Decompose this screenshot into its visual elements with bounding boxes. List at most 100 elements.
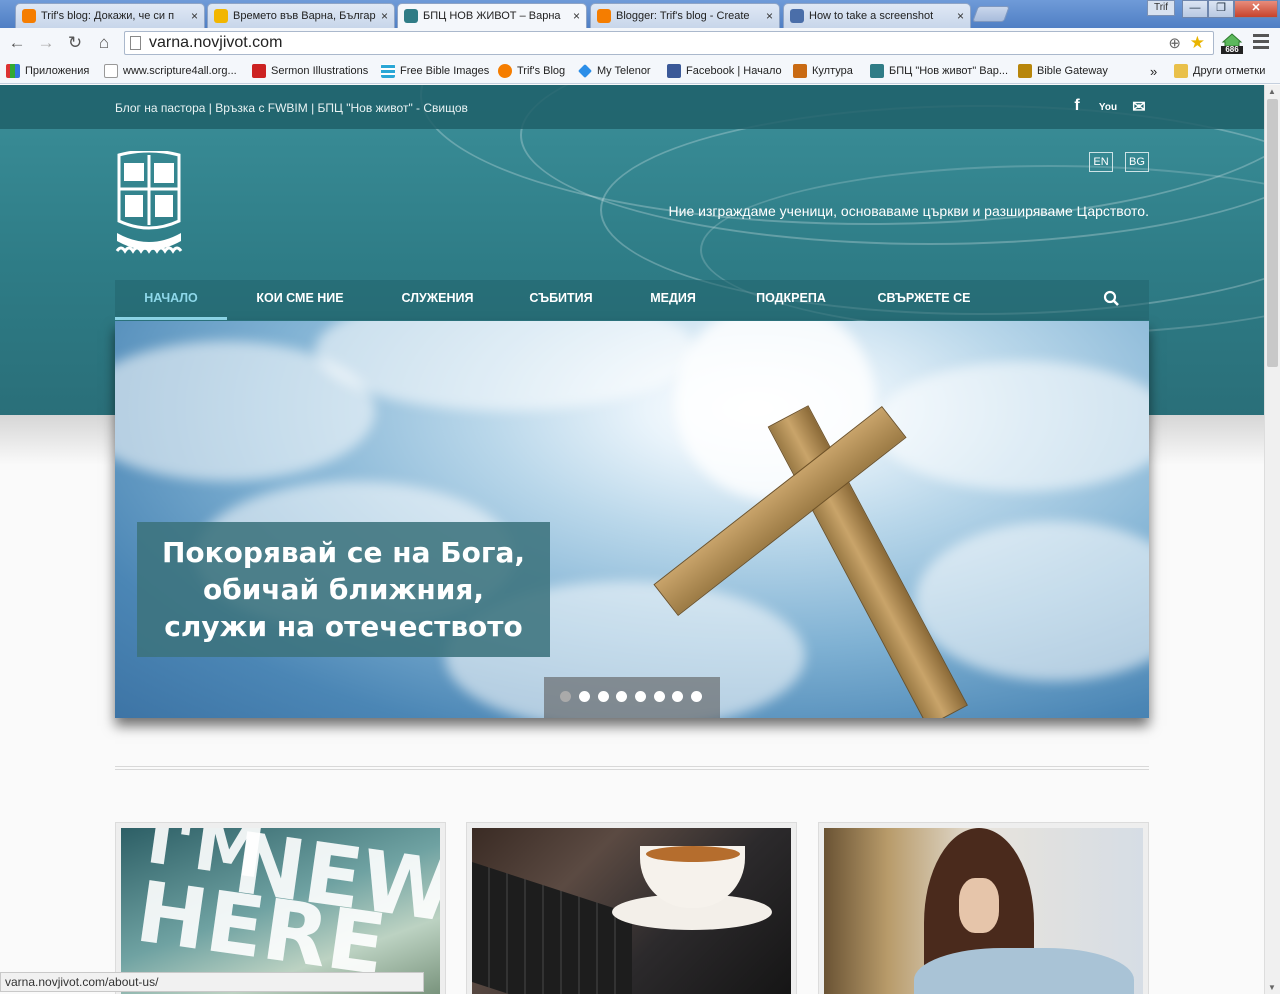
menu-icon[interactable] [1253,34,1269,50]
scroll-up-icon[interactable]: ▲ [1268,87,1276,96]
bookmark-sermon[interactable]: Sermon Illustrations [252,62,368,80]
grid-icon [381,64,395,78]
bookmark-label: Bible Gateway [1037,65,1108,77]
site-tagline: Ние изграждаме ученици, основаваме църкв… [668,203,1149,219]
nav-media[interactable]: МЕДИЯ [633,280,713,320]
slide-dot[interactable] [560,691,571,702]
bookmark-novjivot[interactable]: БПЦ "Нов живот" Вар... [870,62,1008,80]
back-arrow-icon[interactable]: ← [6,33,28,53]
top-links-bar: Блог на пастора | Връзка с FWBIM | БПЦ "… [0,85,1264,129]
bookmark-label: Free Bible Images [400,65,490,77]
slide-dot[interactable] [598,691,609,702]
slide-dot[interactable] [579,691,590,702]
bookmark-label: Култура [812,65,853,77]
bookmark-label: Други отметки [1193,65,1266,77]
tab-title: Blogger: Trif's blog - Create [616,10,750,22]
search-icon[interactable] [1102,289,1122,309]
page-icon [104,64,118,78]
tab-close-icon[interactable]: × [957,9,964,23]
nav-support[interactable]: ПОДКРЕПА [741,280,841,320]
status-bar: varna.novjivot.com/about-us/ [0,972,424,992]
address-bar[interactable]: varna.novjivot.com ⊕ ★ [124,31,1214,55]
slide-dot[interactable] [654,691,665,702]
browser-toolbar: ← → ↻ ⌂ varna.novjivot.com ⊕ ★ 686 [0,28,1280,58]
scroll-down-icon[interactable]: ▼ [1268,983,1276,992]
slide-dot[interactable] [691,691,702,702]
vertical-scrollbar[interactable]: ▲ ▼ [1264,85,1280,994]
bookmark-apps[interactable]: Приложения [6,62,89,80]
facebook-icon[interactable]: f [1066,97,1088,119]
card-image [472,828,791,994]
bookmark-label: Sermon Illustrations [271,65,369,77]
kultura-icon [793,64,807,78]
nav-contact[interactable]: СВЪРЖЕТЕ СЕ [869,280,979,320]
blogger-icon [498,64,512,78]
blogger-icon [22,9,36,23]
tab-strip: Trif's blog: Докажи, че си п × Времето в… [0,0,1280,28]
tab-close-icon[interactable]: × [191,9,198,23]
card-image [824,828,1143,994]
restore-button[interactable]: ❐ [1208,0,1234,18]
forward-arrow-icon[interactable]: → [35,33,57,53]
site-logo[interactable] [115,149,183,259]
lang-en-button[interactable]: EN [1089,152,1113,172]
church-icon [404,9,418,23]
slide-dot[interactable] [672,691,683,702]
hero-slider[interactable]: Покорявай се на Бога, обичай ближния, сл… [115,321,1149,718]
url-text: varna.novjivot.com [149,34,283,51]
bookmark-label: Приложения [25,65,90,77]
bookmark-label: www.scripture4all.org... [123,65,237,77]
extension-count: 686 [1225,45,1239,54]
tab-weather[interactable]: Времето във Варна, Българ × [207,3,395,28]
tab-screenshot[interactable]: How to take a screenshot × [783,3,971,28]
bookmark-bible-images[interactable]: Free Bible Images [381,62,489,80]
telenor-icon [578,64,592,78]
nav-home[interactable]: НАЧАЛО [115,280,227,320]
top-links[interactable]: Блог на пастора | Връзка с FWBIM | БПЦ "… [115,101,468,115]
tab-close-icon[interactable]: × [766,9,773,23]
bible-gateway-icon [1018,64,1032,78]
nav-events[interactable]: СЪБИТИЯ [513,280,609,320]
card-im-new-here[interactable]: I'M NEW HERE [115,822,446,994]
tab-close-icon[interactable]: × [573,9,580,23]
nav-ministries[interactable]: СЛУЖЕНИЯ [385,280,490,320]
reload-icon[interactable]: ↻ [64,33,86,53]
youtube-icon[interactable]: You [1097,97,1119,119]
scrollbar-thumb[interactable] [1267,99,1278,367]
slide-dot[interactable] [616,691,627,702]
lang-bg-button[interactable]: BG [1125,152,1149,172]
tab-title: Времето във Варна, Българ [233,10,376,22]
bookmark-star-icon[interactable]: ★ [1190,32,1205,54]
page-icon [790,9,804,23]
slide-dot[interactable] [635,691,646,702]
zoom-icon[interactable]: ⊕ [1168,33,1181,55]
tab-novjivot[interactable]: БПЦ НОВ ЖИВОТ – Варна × [397,3,587,28]
new-tab-button[interactable] [972,6,1010,22]
bookmark-kultura[interactable]: Култура [793,62,853,80]
nav-about[interactable]: КОИ СМЕ НИЕ [239,280,361,320]
bookmark-trifs-blog[interactable]: Trif's Blog [498,62,565,80]
other-bookmarks-folder[interactable]: Други отметки [1174,62,1265,80]
mail-icon[interactable]: ✉ [1128,97,1150,119]
tab-trifs-blog[interactable]: Trif's blog: Докажи, че си п × [15,3,205,28]
church-crest-logo [115,149,183,254]
minimize-button[interactable]: — [1182,0,1208,18]
tab-close-icon[interactable]: × [381,9,388,23]
web-page: Блог на пастора | Връзка с FWBIM | БПЦ "… [0,85,1264,994]
profile-button[interactable]: Trif [1147,0,1175,16]
card-prayer[interactable] [818,822,1149,994]
sermon-icon [252,64,266,78]
bookmark-label: БПЦ "Нов живот" Вар... [889,65,1009,77]
bookmark-facebook[interactable]: Facebook | Начало [667,62,782,80]
card-coffee[interactable] [466,822,797,994]
bookmarks-overflow-button[interactable]: » [1150,62,1157,80]
bookmark-scripture4all[interactable]: www.scripture4all.org... [104,62,237,80]
close-window-button[interactable]: ✕ [1234,0,1278,18]
home-icon[interactable]: ⌂ [93,33,115,53]
tab-blogger[interactable]: Blogger: Trif's blog - Create × [590,3,780,28]
bookmarks-bar: Приложения www.scripture4all.org... Serm… [0,58,1280,84]
bookmark-bible-gateway[interactable]: Bible Gateway [1018,62,1108,80]
bookmark-telenor[interactable]: My Telenor [578,62,651,80]
slide-caption: Покорявай се на Бога, обичай ближния, сл… [137,522,550,657]
extension-badge[interactable]: 686 [1220,31,1244,55]
